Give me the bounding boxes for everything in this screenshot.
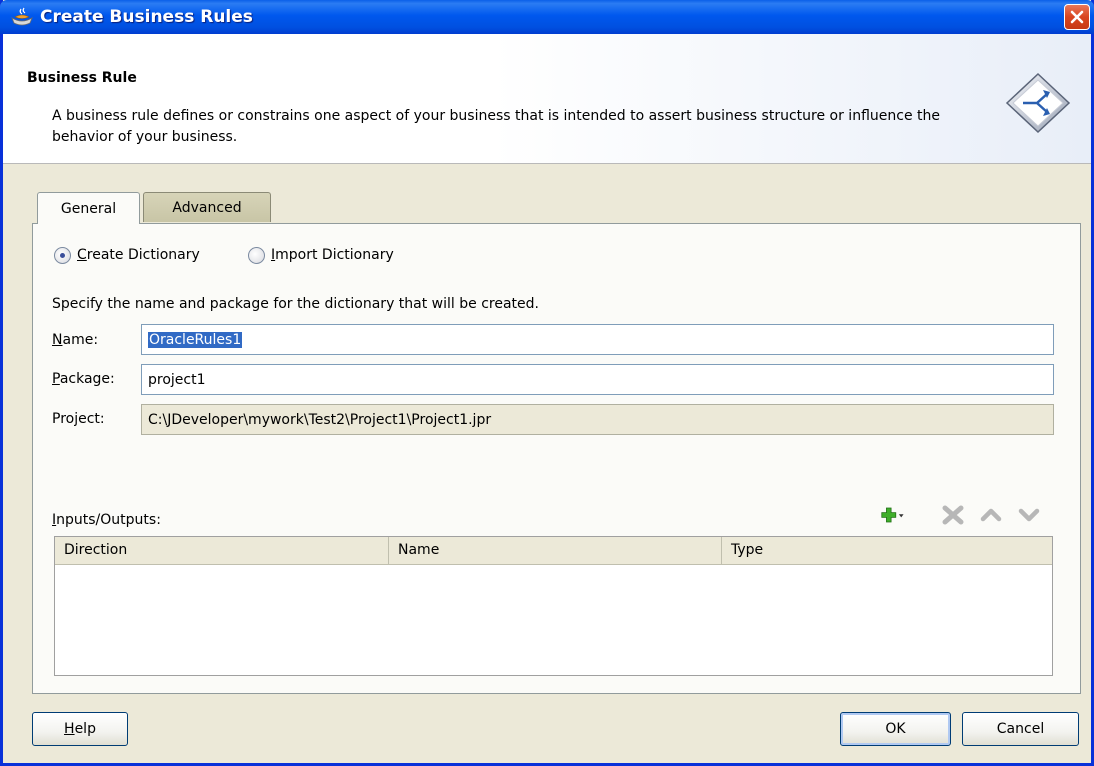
project-field-value: C:\JDeveloper\mywork\Test2\Project1\Proj… [148,411,492,428]
column-header-direction[interactable]: Direction [55,537,389,564]
inputs-outputs-label-rest: nputs/Outputs: [56,512,161,528]
column-header-name[interactable]: Name [389,537,722,564]
ok-label: OK [885,721,906,737]
tab-general[interactable]: General [37,192,140,224]
create-dictionary-label: reate Dictionary [86,247,200,263]
package-input-value: project1 [148,371,206,388]
name-label: Name: [52,332,98,348]
import-dictionary-radio[interactable]: Import Dictionary [248,245,394,265]
help-button[interactable]: Help [32,712,128,746]
cancel-label: Cancel [996,721,1045,737]
help-label: elp [74,721,96,737]
name-input[interactable]: OracleRules1 [141,324,1054,355]
inputs-outputs-label: Inputs/Outputs: [52,512,161,528]
import-dictionary-label: mport Dictionary [275,247,394,263]
move-up-button[interactable] [977,504,1005,526]
add-button[interactable] [881,504,909,526]
title-bar[interactable]: Create Business Rules [0,0,1094,34]
window-title: Create Business Rules [40,7,253,27]
instruction-text: Specify the name and package for the dic… [52,296,539,312]
name-label-rest: ame: [62,332,99,348]
tab-advanced-label: Advanced [172,199,242,216]
project-field[interactable]: C:\JDeveloper\mywork\Test2\Project1\Proj… [141,404,1054,435]
cancel-button[interactable]: Cancel [962,712,1079,746]
name-label-mnemonic: N [52,332,63,348]
column-header-type[interactable]: Type [722,537,1052,564]
coffee-cup-icon [11,7,33,26]
inputs-outputs-table[interactable]: Direction Name Type [54,536,1053,676]
package-label: Package: [52,371,115,387]
tab-general-label: General [60,200,117,217]
ok-button[interactable]: OK [840,712,951,746]
header-panel: Business Rule A business rule defines or… [3,34,1091,164]
create-business-rules-dialog: Create Business Rules Business Rule A bu… [0,0,1094,766]
add-icon [881,507,904,523]
create-dictionary-mnemonic: C [77,247,87,263]
package-label-rest: ackage: [59,371,115,387]
name-input-value: OracleRules1 [148,331,243,348]
help-mnemonic: H [64,721,75,737]
radio-checked-icon[interactable] [54,246,71,264]
tab-advanced[interactable]: Advanced [143,192,271,222]
close-icon [1070,10,1084,24]
delete-icon [942,505,964,525]
business-rule-diamond-icon [1005,72,1071,134]
move-down-icon [1018,508,1040,522]
package-input[interactable]: project1 [141,364,1054,395]
header-description: A business rule defines or constrains on… [52,108,940,145]
table-header: Direction Name Type [55,537,1052,565]
close-button[interactable] [1064,4,1090,30]
create-dictionary-radio[interactable]: Create Dictionary [54,245,200,265]
delete-button[interactable] [939,504,967,526]
project-label: Project: [52,411,105,427]
move-down-button[interactable] [1015,504,1043,526]
header-title: Business Rule [27,70,137,86]
radio-unchecked-icon[interactable] [248,246,265,264]
move-up-icon [980,508,1002,522]
package-label-mnemonic: P [52,371,60,387]
